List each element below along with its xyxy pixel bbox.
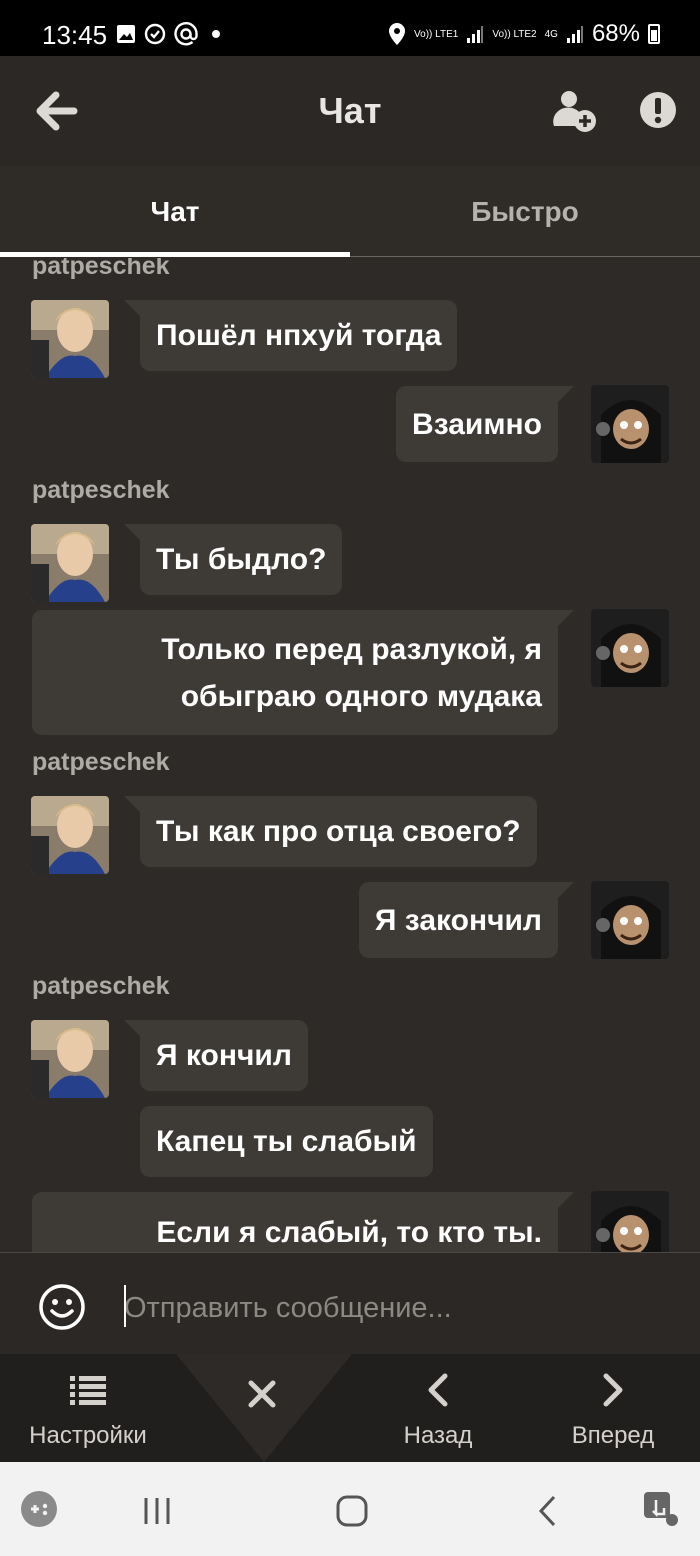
avatar[interactable]: [31, 796, 109, 874]
tab-quick[interactable]: Быстро: [350, 166, 700, 258]
sender-name: patpeschek: [32, 258, 170, 280]
gamepad-icon: [21, 1491, 57, 1527]
battery-icon: [648, 24, 660, 44]
exclamation-icon: [640, 92, 676, 128]
avatar[interactable]: [31, 300, 109, 378]
tab-chat[interactable]: Чат: [0, 166, 350, 258]
home-button[interactable]: [335, 1494, 369, 1533]
message-bubble-outgoing[interactable]: Взаимно: [396, 386, 574, 462]
sender-name: patpeschek: [32, 476, 170, 504]
report-button[interactable]: [638, 90, 678, 130]
back-label: Назад: [403, 1422, 473, 1449]
avatar[interactable]: [591, 609, 669, 687]
close-button[interactable]: [220, 1354, 304, 1462]
active-tab-indicator: [0, 252, 350, 257]
chat-messages[interactable]: patpeschek Пошёл нпхуй тогда Взаимно pat…: [0, 258, 700, 1252]
forward-button[interactable]: Вперед: [548, 1354, 678, 1462]
sync-icon: [144, 23, 166, 45]
status-time: 13:45: [42, 20, 108, 50]
network-type-label: 4G: [544, 28, 558, 40]
smiley-icon: [39, 1284, 85, 1330]
chevron-left-icon: [538, 1495, 556, 1527]
chevron-right-icon: [603, 1373, 623, 1407]
add-user-icon: [553, 91, 596, 132]
message-bubble-outgoing[interactable]: Только перед разлукой, я обыграю одного …: [32, 610, 574, 735]
signal-icon: [566, 26, 583, 43]
recent-apps-icon: [144, 1498, 170, 1524]
accessibility-button[interactable]: [642, 1490, 680, 1533]
app-bar: Чат: [0, 56, 700, 166]
message-bubble-outgoing[interactable]: Я закончил: [358, 882, 575, 958]
avatar[interactable]: [31, 1020, 109, 1098]
location-icon: [389, 23, 406, 45]
avatar[interactable]: [591, 881, 669, 959]
system-navigation-bar: [0, 1462, 700, 1556]
message-bubble-incoming[interactable]: Капец ты слабый: [140, 1106, 433, 1177]
game-launcher-button[interactable]: [20, 1490, 58, 1533]
battery-percent: 68%: [591, 20, 640, 47]
message-bubble-outgoing[interactable]: Если я слабый, то кто ты.: [32, 1192, 574, 1252]
avatar[interactable]: [31, 524, 109, 602]
add-user-button[interactable]: [552, 88, 598, 134]
chevron-left-icon: [428, 1373, 448, 1407]
home-icon: [336, 1495, 368, 1527]
touch-icon: [644, 1492, 678, 1526]
forward-label: Вперед: [571, 1422, 655, 1449]
message-bubble-incoming[interactable]: Я кончил: [124, 1020, 308, 1091]
close-icon: [248, 1380, 276, 1408]
text-caret: [124, 1285, 126, 1327]
tab-divider: [350, 256, 700, 257]
avatar[interactable]: [591, 1191, 669, 1252]
message-bubble-incoming[interactable]: Ты как про отца своего?: [124, 796, 537, 867]
signal-icon: [467, 26, 484, 43]
image-icon: [117, 25, 135, 43]
network-2-label: Vo)) LTE2: [492, 28, 537, 40]
system-back-button[interactable]: [536, 1494, 560, 1533]
emoji-button[interactable]: [38, 1283, 86, 1331]
bottom-navigation: Настройки Назад Вперед: [0, 1354, 700, 1462]
back-nav-button[interactable]: Назад: [376, 1354, 500, 1462]
sender-name: patpeschek: [32, 972, 170, 1000]
settings-label: Настройки: [29, 1422, 147, 1449]
list-icon: [70, 1376, 106, 1405]
message-composer: [0, 1252, 700, 1354]
dot-icon: [212, 30, 220, 38]
tab-bar: Чат Быстро: [0, 166, 700, 258]
avatar[interactable]: [591, 385, 669, 463]
message-bubble-incoming[interactable]: Ты быдло?: [123, 524, 343, 595]
network-1-label: Vo)) LTE1: [414, 28, 459, 40]
settings-button[interactable]: Настройки: [0, 1354, 176, 1462]
message-bubble-incoming[interactable]: Пошёл нпхуй тогда: [123, 300, 458, 371]
message-input[interactable]: [124, 1281, 664, 1335]
recent-apps-button[interactable]: [142, 1496, 172, 1531]
sender-name: patpeschek: [32, 748, 170, 776]
at-icon: [174, 22, 198, 46]
